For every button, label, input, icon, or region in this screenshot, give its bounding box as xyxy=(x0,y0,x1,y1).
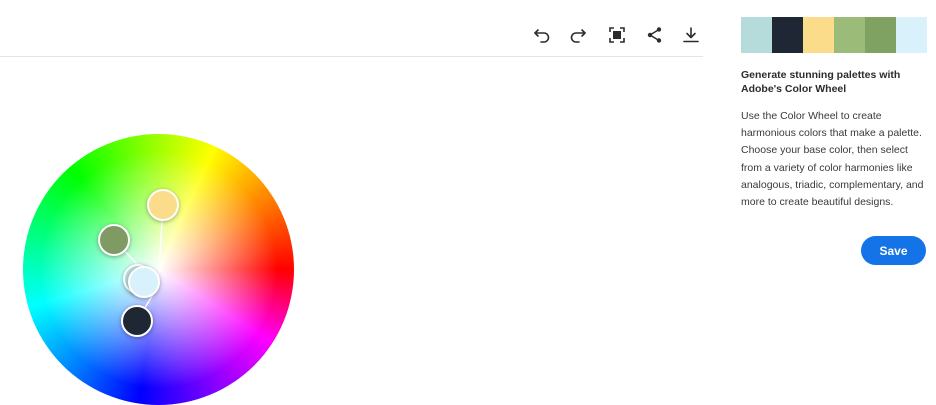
palette-swatch[interactable] xyxy=(803,17,834,53)
info-title: Generate stunning palettes with Adobe's … xyxy=(741,69,901,95)
redo-icon xyxy=(570,29,586,43)
toolbar xyxy=(0,0,703,57)
color-wheel[interactable] xyxy=(23,134,294,405)
handle-yellow[interactable] xyxy=(147,189,179,221)
palette-swatch[interactable] xyxy=(896,17,927,53)
save-button[interactable]: Save xyxy=(861,236,926,265)
fit-screen-icon xyxy=(609,27,625,43)
download-button[interactable] xyxy=(680,24,702,46)
palette-strip xyxy=(741,17,927,53)
color-wheel-area xyxy=(0,58,703,405)
download-icon xyxy=(683,27,699,43)
share-button[interactable] xyxy=(644,24,666,46)
palette-swatch[interactable] xyxy=(834,17,865,53)
side-panel: Generate stunning palettes with Adobe's … xyxy=(703,0,936,405)
undo-icon xyxy=(534,29,550,43)
palette-swatch[interactable] xyxy=(741,17,772,53)
undo-button[interactable] xyxy=(531,24,553,46)
handle-light-blue[interactable] xyxy=(128,266,160,298)
handle-connector-lines xyxy=(113,204,164,322)
info-body: Use the Color Wheel to create harmonious… xyxy=(741,110,924,209)
handle-navy[interactable] xyxy=(121,305,153,337)
handle-green[interactable] xyxy=(98,224,130,256)
fit-screen-button[interactable] xyxy=(606,24,628,46)
palette-swatch[interactable] xyxy=(772,17,803,53)
redo-button[interactable] xyxy=(567,24,589,46)
share-icon xyxy=(647,27,662,43)
palette-swatch[interactable] xyxy=(865,17,896,53)
